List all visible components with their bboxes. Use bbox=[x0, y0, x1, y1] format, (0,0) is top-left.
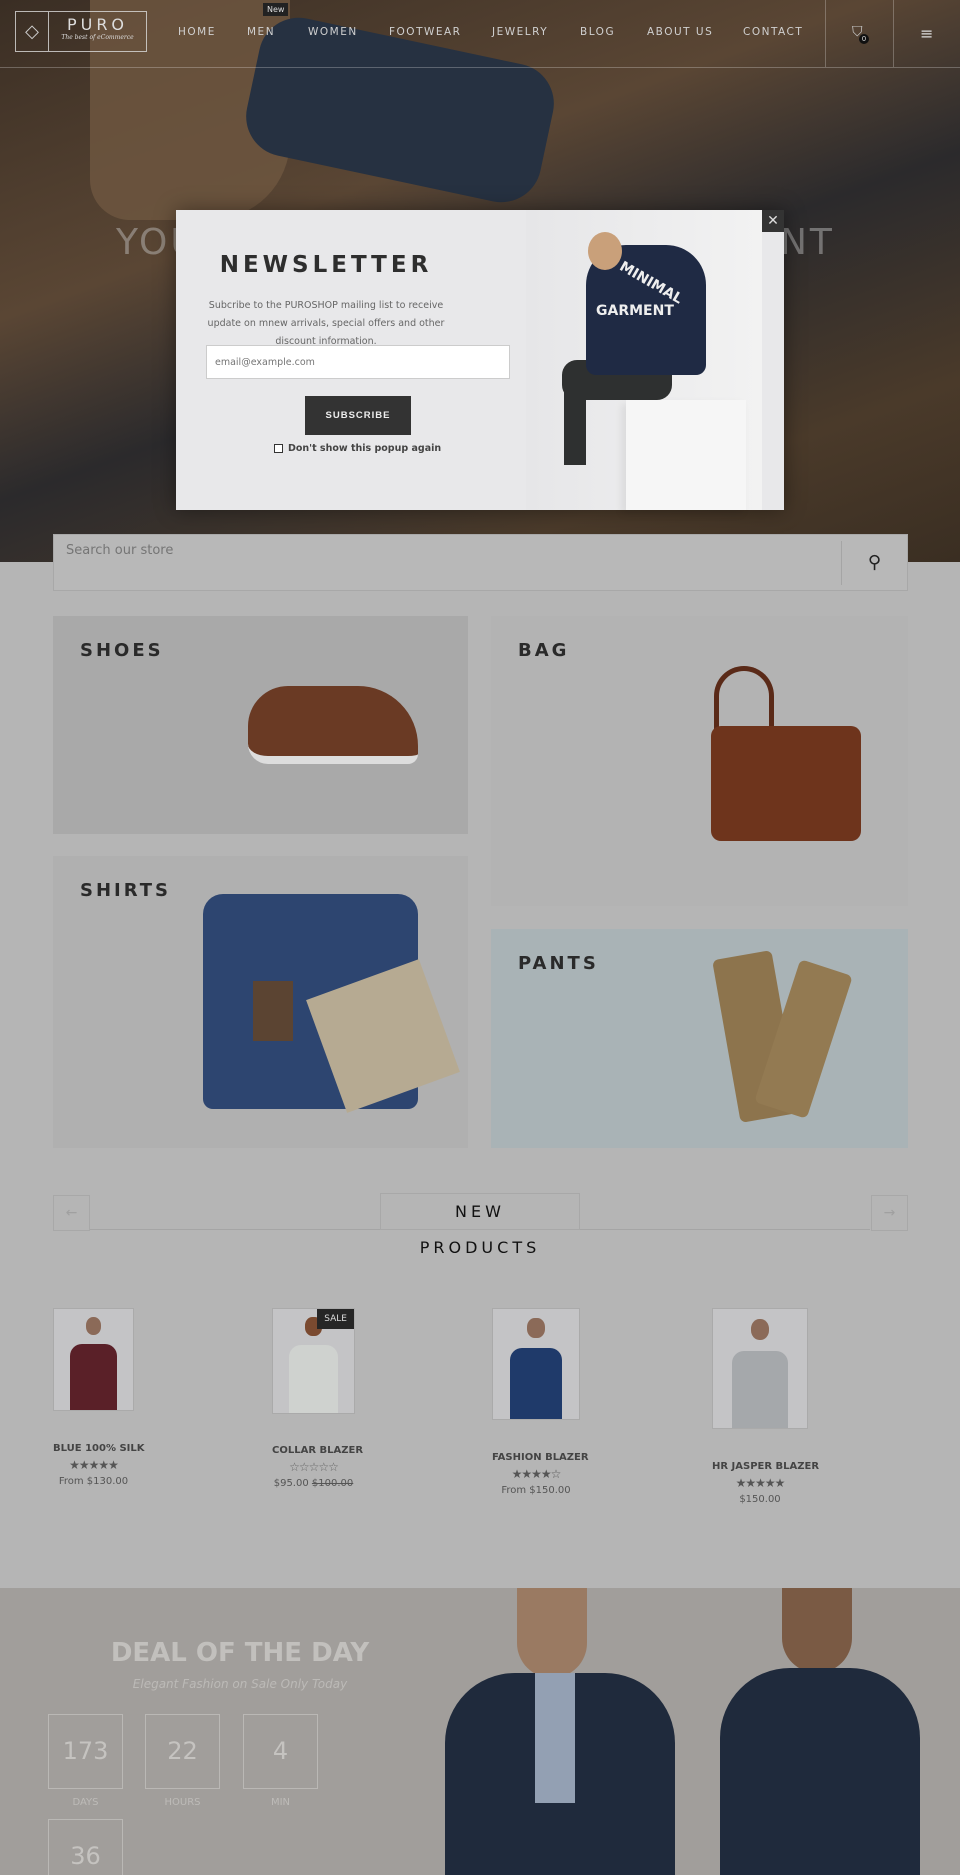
arrow-right-icon: → bbox=[883, 1205, 896, 1221]
nav-about-us[interactable]: ABOUT US bbox=[647, 26, 713, 38]
product-image[interactable] bbox=[712, 1308, 808, 1429]
deal-subtitle: Elegant Fashion on Sale Only Today bbox=[132, 1677, 348, 1691]
product-title[interactable]: FASHION BLAZER bbox=[492, 1452, 589, 1463]
product-title[interactable]: COLLAR BLAZER bbox=[272, 1445, 363, 1456]
logo[interactable]: ◇ PURO The best of eCommerce bbox=[15, 11, 147, 52]
shoe-image bbox=[248, 686, 418, 764]
countdown-label: HOURS bbox=[164, 1797, 201, 1808]
nav-home[interactable]: HOME bbox=[178, 26, 216, 38]
close-icon: ✕ bbox=[767, 213, 779, 229]
product-price: $150.00 bbox=[739, 1494, 781, 1505]
rating-stars: ★★★★★ bbox=[69, 1458, 119, 1472]
hero-heading-right: NT bbox=[780, 222, 835, 263]
sale-badge: SALE bbox=[317, 1309, 354, 1329]
category-label: SHIRTS bbox=[80, 880, 172, 901]
subscribe-button[interactable]: SUBSCRIBE bbox=[305, 396, 411, 435]
nav-men[interactable]: MEN bbox=[247, 26, 275, 38]
category-shirts[interactable]: SHIRTS bbox=[53, 856, 468, 1148]
deal-title: DEAL OF THE DAY bbox=[110, 1638, 370, 1668]
nav-footwear[interactable]: FOOTWEAR bbox=[389, 26, 461, 38]
product-image[interactable] bbox=[53, 1308, 134, 1411]
category-label: SHOES bbox=[80, 640, 164, 661]
divider bbox=[825, 0, 826, 67]
arrow-left-icon: ← bbox=[65, 1205, 78, 1221]
nav-contact[interactable]: CONTACT bbox=[743, 26, 803, 38]
email-field[interactable] bbox=[206, 345, 510, 379]
jacket-print: MINIMAL bbox=[616, 258, 686, 308]
logo-name: PURO bbox=[66, 15, 129, 34]
model-front-image bbox=[445, 1588, 675, 1875]
search-input[interactable] bbox=[66, 543, 826, 558]
category-label: PANTS bbox=[518, 953, 599, 974]
search-button[interactable]: ⚲ bbox=[841, 541, 907, 585]
dont-show-label: Don't show this popup again bbox=[288, 443, 442, 454]
product-price: $95.00 bbox=[273, 1478, 309, 1489]
product-image[interactable]: SALE bbox=[272, 1308, 355, 1414]
deal-of-the-day-section: DEAL OF THE DAY Elegant Fashion on Sale … bbox=[0, 1588, 960, 1875]
nav-blog[interactable]: BLOG bbox=[580, 26, 615, 38]
nav-jewelry[interactable]: JEWELRY bbox=[492, 26, 548, 38]
newsletter-title: NEWSLETTER bbox=[219, 252, 433, 278]
product-price: From $130.00 bbox=[58, 1476, 129, 1487]
countdown-label: MIN bbox=[270, 1797, 291, 1808]
carousel-prev-button[interactable]: ← bbox=[53, 1195, 90, 1231]
logo-diamond-icon: ◇ bbox=[16, 12, 49, 51]
new-badge: New bbox=[263, 3, 289, 16]
category-label: BAG bbox=[518, 640, 570, 661]
site-header: ◇ PURO The best of eCommerce HOME MEN Ne… bbox=[0, 0, 960, 68]
product-price-group: $95.00 $100.00 bbox=[272, 1478, 355, 1489]
nav-women[interactable]: WOMEN bbox=[308, 26, 358, 38]
product-image[interactable] bbox=[492, 1308, 580, 1420]
model-back-image bbox=[720, 1588, 950, 1875]
category-pants[interactable]: PANTS bbox=[491, 929, 908, 1148]
countdown-hours: 22 bbox=[145, 1714, 220, 1789]
search-icon: ⚲ bbox=[867, 552, 882, 573]
product-title[interactable]: HR JASPER BLAZER bbox=[712, 1461, 819, 1472]
countdown-label: DAYS bbox=[72, 1797, 99, 1808]
product-title[interactable]: BLUE 100% SILK bbox=[53, 1443, 145, 1454]
countdown-seconds: 36 bbox=[48, 1819, 123, 1875]
newsletter-model-image: MINIMAL GARMENT bbox=[526, 210, 762, 510]
bag-image bbox=[711, 726, 861, 841]
category-bag[interactable]: BAG bbox=[491, 616, 908, 906]
close-popup-button[interactable]: ✕ bbox=[762, 210, 784, 232]
divider bbox=[893, 0, 894, 67]
wallet-image bbox=[253, 981, 293, 1041]
dont-show-checkbox[interactable] bbox=[274, 444, 283, 453]
section-title-products: PRODUCTS bbox=[419, 1238, 541, 1257]
search-bar: ⚲ bbox=[53, 534, 908, 591]
category-shoes[interactable]: SHOES bbox=[53, 616, 468, 834]
newsletter-description: Subcribe to the PUROSHOP mailing list to… bbox=[207, 300, 445, 347]
rating-stars: ★★★★☆ bbox=[511, 1467, 562, 1481]
logo-tagline: The best of eCommerce bbox=[61, 34, 134, 41]
product-old-price: $100.00 bbox=[311, 1478, 354, 1489]
carousel-next-button[interactable]: → bbox=[871, 1195, 908, 1231]
dont-show-again-option[interactable]: Don't show this popup again bbox=[274, 443, 441, 454]
jacket-print: GARMENT bbox=[596, 303, 674, 319]
section-title-new: NEW bbox=[380, 1193, 580, 1230]
rating-stars: ★★★★★ bbox=[735, 1476, 786, 1490]
hamburger-menu-icon[interactable]: ≡ bbox=[920, 24, 933, 43]
countdown-days: 173 bbox=[48, 1714, 123, 1789]
cart-count-badge: 0 bbox=[859, 34, 869, 44]
rating-stars: ☆☆☆☆☆ bbox=[289, 1460, 339, 1474]
countdown-minutes: 4 bbox=[243, 1714, 318, 1789]
newsletter-popup: MINIMAL GARMENT ✕ NEWSLETTER Subcribe to … bbox=[176, 210, 784, 510]
product-price: From $150.00 bbox=[501, 1485, 571, 1496]
